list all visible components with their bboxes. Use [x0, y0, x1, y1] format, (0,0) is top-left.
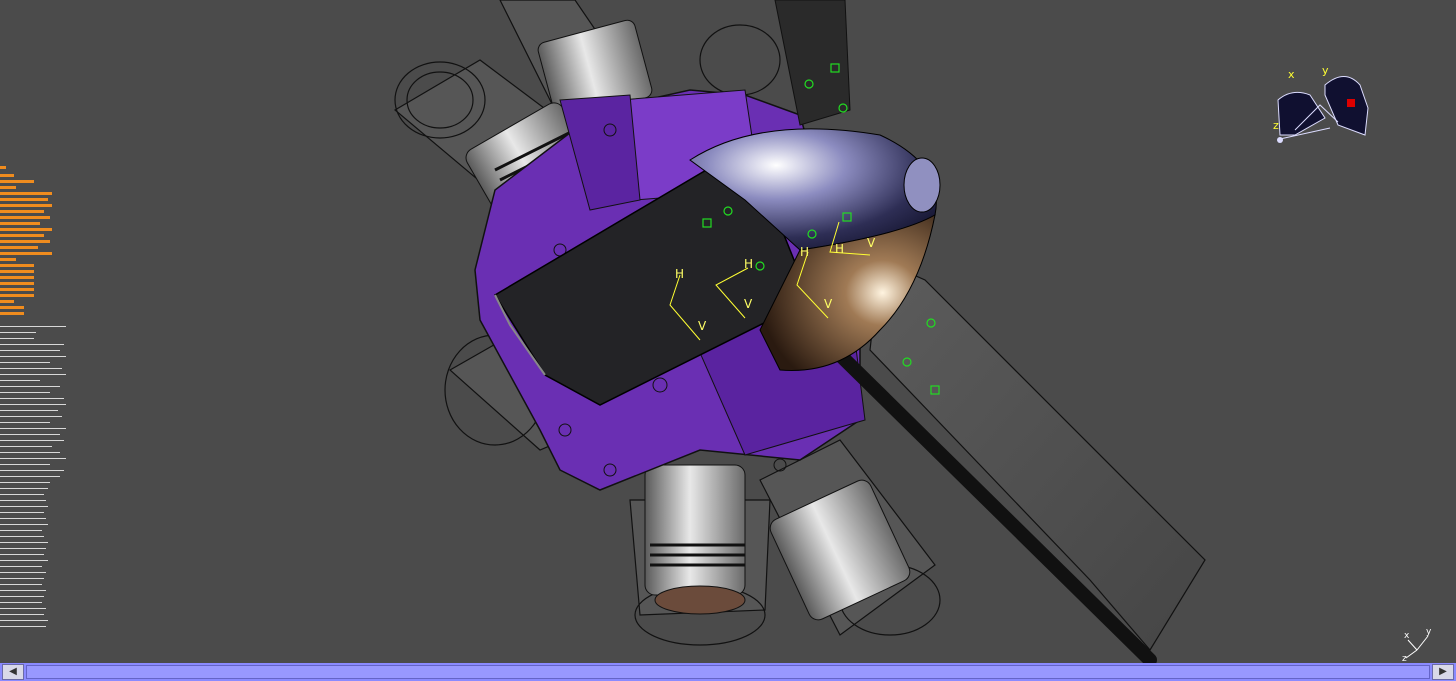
tree-nodes [0, 326, 66, 627]
annotation-v-3: V [824, 297, 833, 311]
specification-tree[interactable] [0, 160, 70, 640]
piston-bottom [644, 464, 746, 596]
annotation-v-2: V [744, 297, 753, 311]
annotation-h-1: H [675, 267, 684, 281]
3d-viewport[interactable]: H V H V H V H V x y z x y z [0, 0, 1456, 663]
assembly-scene[interactable]: H V H V H V H V x y z x y z [0, 0, 1456, 663]
annotation-h-2: H [744, 257, 753, 271]
triad-x-label: x [1404, 631, 1410, 641]
compass-y-label: y [1322, 64, 1329, 77]
horizontal-scrollbar[interactable]: ◀ ▶ [0, 663, 1456, 681]
scroll-right-button[interactable]: ▶ [1432, 664, 1454, 680]
compass-x-label: x [1288, 68, 1295, 81]
axis-triad-icon: x y z [1402, 627, 1432, 663]
triad-z-label: z [1402, 654, 1407, 663]
scroll-left-button[interactable]: ◀ [2, 664, 24, 680]
annotation-v-4: V [867, 236, 876, 250]
scroll-track[interactable] [26, 665, 1430, 679]
triad-y-label: y [1426, 627, 1432, 637]
compass-icon[interactable]: x y z [1273, 64, 1369, 143]
annotation-v-1: V [698, 319, 707, 333]
compass-z-label: z [1273, 119, 1279, 132]
tree-highlighted-nodes [0, 166, 52, 315]
annotation-h-3: H [800, 245, 809, 259]
annotation-h-4: H [835, 242, 844, 256]
